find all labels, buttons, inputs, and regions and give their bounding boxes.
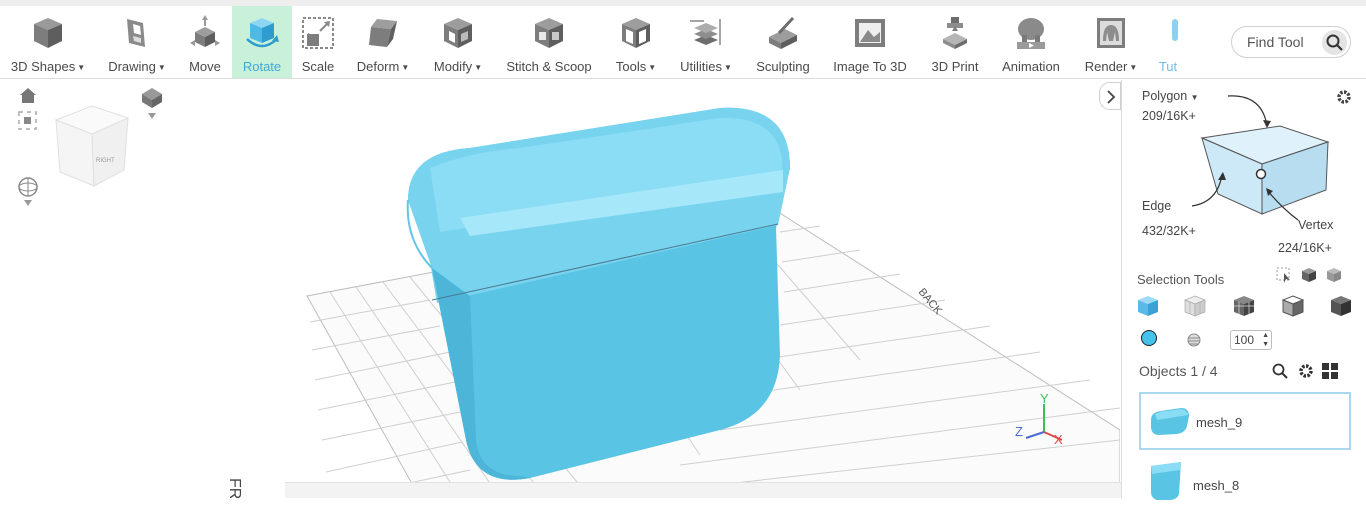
spinner-arrows-icon[interactable]: ▲ ▼ [1262,331,1269,349]
select-all-icon[interactable] [1325,266,1343,289]
cube-icon [30,15,66,51]
object-list-item-mesh-8[interactable]: mesh_8 [1139,456,1351,506]
tool-3d-print[interactable]: 3D Print [926,6,984,78]
select-object-icon[interactable] [1300,266,1318,289]
object-name: mesh_8 [1193,478,1240,493]
tool-label: Tools [615,59,647,74]
tool-label: Modify [433,59,473,74]
axis-x-label: X [1054,432,1063,447]
tool-label: Rotate [242,59,282,74]
tool-animation[interactable]: Animation [996,6,1066,78]
find-tool-search[interactable]: Find Tool [1231,26,1351,58]
tool-drawing[interactable]: Drawing ▼ [104,6,170,78]
modify-icon [440,15,476,51]
drawing-icon [119,15,155,51]
tool-label: Sculpting [756,59,810,74]
object-color-swatch[interactable] [1141,330,1157,346]
deform-icon [365,15,401,51]
utilities-icon [688,15,724,51]
object-select-cube-icon[interactable] [1136,294,1160,323]
stitch-scoop-icon [531,15,567,51]
view-cube[interactable]: RIGHT [54,105,130,187]
orbit-icon[interactable] [18,177,38,206]
object-search-icon[interactable] [1271,362,1289,385]
render-icon [1093,15,1129,51]
tool-label: Move [189,59,221,74]
tool-scale[interactable]: Scale [294,6,342,78]
tool-label: Utilities [680,59,722,74]
axis-z-label: Z [1015,424,1023,439]
face-select-icon[interactable] [1183,294,1207,323]
tool-label: Render [1084,59,1128,74]
tool-3d-shapes[interactable]: 3D Shapes ▼ [5,6,91,78]
objects-title: Objects 1 / 4 [1139,363,1218,379]
tool-image-to-3d[interactable]: Image To 3D [826,6,914,78]
tool-rotate[interactable]: Rotate [232,6,292,78]
solid-select-icon[interactable] [1329,294,1353,323]
animation-icon [1013,15,1049,51]
tool-label: Stitch & Scoop [506,59,592,74]
scale-icon [300,15,336,51]
texture-icon[interactable] [1186,332,1202,353]
edge-label: Edge [1142,199,1172,213]
printer-icon [937,15,973,51]
focus-icon[interactable] [18,111,37,130]
viewport-bottom-bar [285,482,1121,498]
sculpting-icon [765,15,801,51]
grid-front-label: FR [226,478,243,498]
vertex-label: Vertex [1298,218,1334,232]
cursor-select-icon[interactable] [1275,266,1293,289]
selection-tools-title: Selection Tools [1137,272,1225,287]
tool-tools[interactable]: Tools ▼ [611,6,661,78]
tool-deform[interactable]: Deform ▼ [351,6,415,78]
tool-label: Scale [301,59,335,74]
tool-label: 3D Print [931,59,979,74]
tool-utilities[interactable]: Utilities ▼ [674,6,738,78]
right-panel: Polygon ▼ 209/16K+ Edge 432/32K+ Vertex … [1121,80,1366,506]
tool-label: Tut [1158,59,1178,74]
tool-label: Deform [356,59,400,74]
axis-y-label: Y [1040,391,1049,406]
tool-tutorial[interactable]: Tut [1154,6,1182,78]
edge-count: 432/32K+ [1142,224,1196,238]
grid-select-icon[interactable] [1232,294,1256,323]
object-list-item-mesh-9[interactable]: mesh_9 [1139,392,1351,450]
tool-label: Image To 3D [833,59,907,74]
tool-stitch-scoop[interactable]: Stitch & Scoop [500,6,598,78]
find-tool-placeholder: Find Tool [1247,34,1304,50]
perspective-icon[interactable] [142,88,162,119]
tool-label: 3D Shapes [10,59,76,74]
panel-collapse-button[interactable] [1099,82,1121,110]
opacity-value: 100 [1234,333,1255,347]
3d-viewport[interactable]: BACK FR Y X Z RIGHT [0,80,1120,498]
tools-icon [618,15,654,51]
mesh-9-object[interactable] [406,107,790,480]
tool-modify[interactable]: Modify ▼ [428,6,488,78]
tool-move[interactable]: Move [178,6,232,78]
view-cube-face-label: RIGHT [96,158,115,164]
search-icon[interactable] [1322,30,1347,55]
opacity-spinner[interactable]: 100 ▲ ▼ [1230,330,1272,350]
tutorial-icon [1154,15,1182,51]
home-icon[interactable] [20,88,36,103]
tool-sculpting[interactable]: Sculpting [750,6,816,78]
mesh-thumbnail-icon [1147,460,1185,505]
tool-render[interactable]: Render ▼ [1080,6,1142,78]
main-toolbar: 3D Shapes ▼ Drawing ▼ Move Rotate Scale De… [0,6,1366,79]
object-settings-gear-icon[interactable] [1297,362,1315,385]
mesh-thumbnail-icon [1147,406,1191,441]
object-name: mesh_9 [1196,415,1243,430]
image-to-3d-icon [852,15,888,51]
vertex-count: 224/16K+ [1278,241,1332,255]
grid-view-icon[interactable] [1321,362,1339,385]
rotate-icon [244,15,280,51]
move-icon [187,15,223,51]
tool-label: Animation [1002,59,1060,74]
wireframe-select-icon[interactable] [1281,294,1305,323]
tool-label: Drawing [108,59,156,74]
scene-canvas: BACK FR Y X Z RIGHT [18,88,1120,498]
